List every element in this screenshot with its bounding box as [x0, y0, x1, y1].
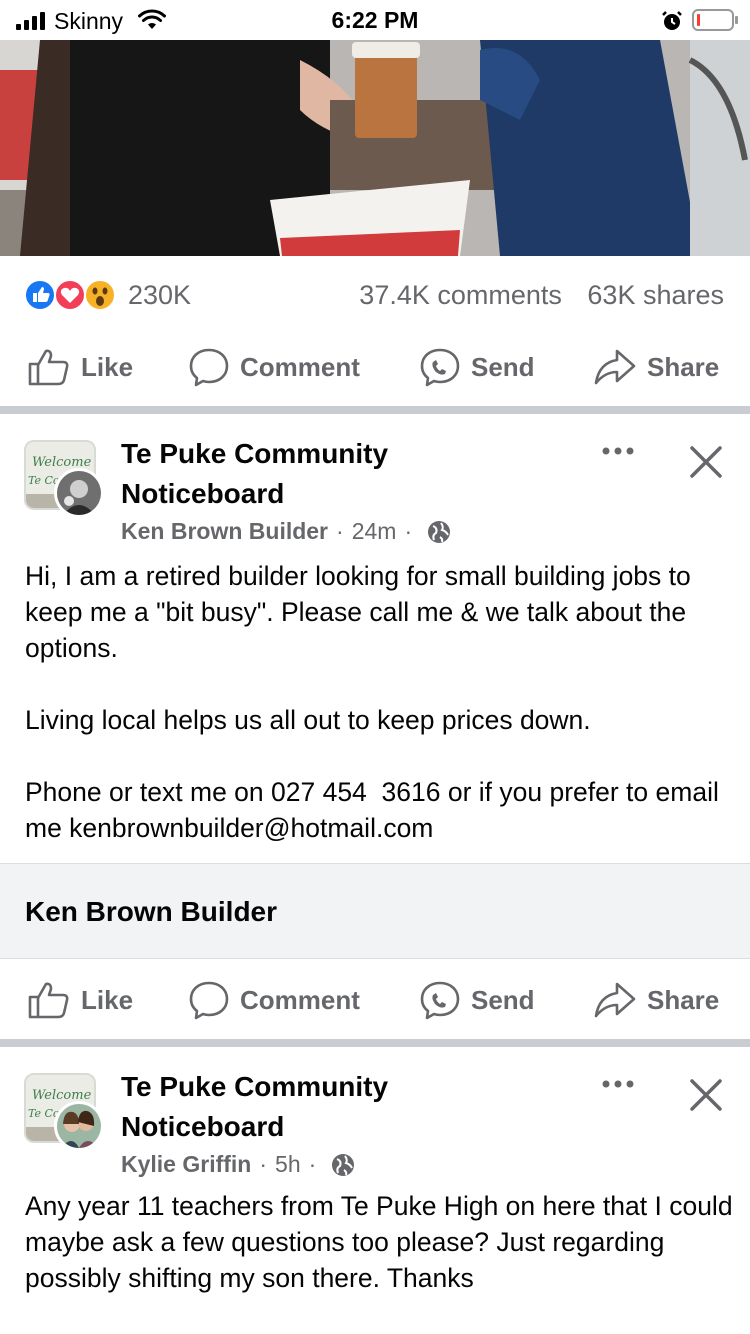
feed-divider: [0, 406, 750, 414]
author-avatar[interactable]: [54, 468, 104, 518]
separator-dot: ·: [336, 518, 344, 544]
separator-dot: ·: [259, 1151, 268, 1177]
reaction-icons: [24, 279, 116, 311]
shares-count[interactable]: 63K shares: [587, 280, 724, 310]
close-icon[interactable]: [686, 1075, 726, 1115]
comment-button[interactable]: Comment: [188, 968, 360, 1032]
photo-illustration: [0, 40, 750, 256]
messenger-icon: [420, 348, 460, 387]
globe-icon: [332, 1153, 355, 1176]
reaction-count[interactable]: 230K: [128, 280, 191, 311]
post-text: Hi, I am a retired builder looking for s…: [25, 558, 735, 846]
reactions-summary[interactable]: 230K 37.4K comments 63K shares: [0, 270, 750, 322]
send-label: Send: [471, 984, 535, 1015]
comment-label: Comment: [240, 984, 360, 1015]
post-time[interactable]: 5h: [275, 1151, 301, 1178]
post-header: Welcome Te Com Te Puke Community Noticeb…: [0, 1047, 750, 1177]
group-name[interactable]: Te Puke Community Noticeboard: [121, 434, 561, 514]
more-options-icon[interactable]: [598, 436, 638, 466]
link-card-title: Ken Brown Builder: [25, 896, 278, 927]
send-label: Send: [471, 351, 535, 382]
feed-divider: [0, 1039, 750, 1047]
like-reaction-icon: [24, 279, 56, 311]
thumbs-up-icon: [28, 982, 69, 1019]
send-button[interactable]: Send: [419, 335, 535, 399]
globe-icon: [428, 520, 451, 543]
share-button[interactable]: Share: [593, 968, 719, 1032]
like-label: Like: [81, 351, 134, 382]
send-button[interactable]: Send: [419, 968, 535, 1032]
thumbs-up-icon: [28, 349, 69, 386]
like-button[interactable]: Like: [27, 335, 133, 399]
comment-button[interactable]: Comment: [188, 335, 360, 399]
post-meta: Kylie Griffin · 5h ·: [121, 1151, 356, 1178]
share-arrow-icon: [594, 982, 636, 1018]
like-button[interactable]: Like: [27, 968, 133, 1032]
post-paragraph: Any year 11 teachers from Te Puke High o…: [25, 1191, 740, 1293]
share-arrow-icon: [594, 349, 636, 385]
post-header: Welcome Te Com Te Puke Community Noticeb…: [0, 414, 750, 544]
messenger-icon: [420, 981, 460, 1020]
post-text: Any year 11 teachers from Te Puke High o…: [25, 1188, 735, 1296]
post-time[interactable]: 24m: [352, 518, 397, 545]
separator-dot: ·: [404, 518, 413, 544]
status-bar: Skinny 6:22 PM: [0, 0, 750, 40]
post-actions-bar: Like Comment Send Share: [0, 968, 750, 1032]
comment-label: Comment: [240, 351, 360, 382]
group-name[interactable]: Te Puke Community Noticeboard: [121, 1067, 561, 1147]
post-paragraph: Living local helps us all out to keep pr…: [25, 705, 591, 735]
comment-bubble-icon: [189, 981, 229, 1020]
close-icon[interactable]: [686, 442, 726, 482]
author-avatar[interactable]: [54, 1101, 104, 1151]
more-options-icon[interactable]: [598, 1069, 638, 1099]
love-reaction-icon: [54, 279, 86, 311]
alarm-icon: [662, 11, 682, 30]
author-name[interactable]: Kylie Griffin: [121, 1151, 251, 1178]
post-avatar[interactable]: Welcome Te Com: [24, 1073, 106, 1151]
comment-bubble-icon: [189, 348, 229, 387]
post-paragraph: Hi, I am a retired builder looking for s…: [25, 561, 699, 663]
engagement-stats: 37.4K comments 63K shares: [359, 280, 724, 311]
separator-dot: ·: [308, 1151, 317, 1177]
wow-reaction-icon: [84, 279, 116, 311]
battery-icon: [692, 9, 738, 31]
share-label: Share: [647, 984, 720, 1015]
post-meta: Ken Brown Builder · 24m ·: [121, 518, 452, 545]
post-avatar[interactable]: Welcome Te Com: [24, 440, 106, 518]
post-photo[interactable]: [0, 40, 750, 256]
post-actions-bar: Like Comment Send Share: [0, 335, 750, 399]
clock: 6:22 PM: [331, 7, 419, 33]
comments-count[interactable]: 37.4K comments: [359, 280, 562, 310]
share-label: Share: [647, 351, 720, 382]
share-button[interactable]: Share: [593, 335, 719, 399]
link-preview-card[interactable]: Ken Brown Builder: [0, 863, 750, 959]
post-paragraph: Phone or text me on 027 454 3616 or if y…: [25, 777, 727, 843]
like-label: Like: [81, 984, 134, 1015]
author-name[interactable]: Ken Brown Builder: [121, 518, 328, 545]
